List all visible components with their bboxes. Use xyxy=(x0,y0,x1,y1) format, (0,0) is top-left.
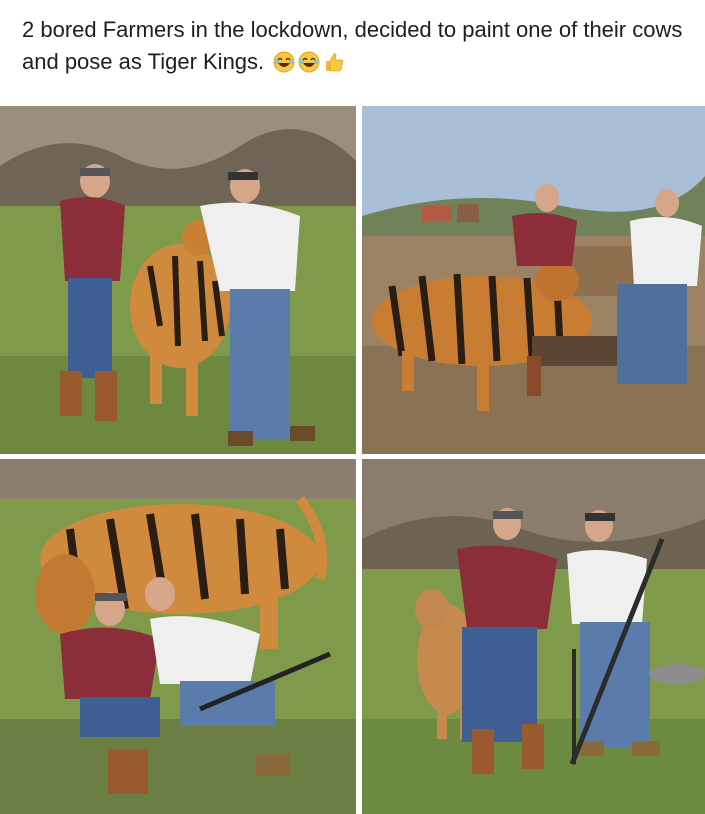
thumbs-up-emoji-icon xyxy=(326,53,344,72)
photo-farm-posing-cow[interactable] xyxy=(362,106,705,454)
post-caption: 2 bored Farmers in the lockdown, decided… xyxy=(22,14,692,78)
laughing-emoji-icon xyxy=(298,51,320,73)
photo-4-illustration xyxy=(362,459,705,814)
photo-3-illustration xyxy=(0,459,356,814)
photo-farmers-touching-cow[interactable] xyxy=(0,106,356,454)
laughing-emoji-icon xyxy=(273,51,295,73)
photo-1-illustration xyxy=(0,106,356,454)
caption-text: 2 bored Farmers in the lockdown, decided… xyxy=(22,17,683,74)
photo-sitting-with-cow[interactable] xyxy=(0,459,356,814)
photo-2-illustration xyxy=(362,106,705,454)
photo-standing-with-calf[interactable] xyxy=(362,459,705,814)
